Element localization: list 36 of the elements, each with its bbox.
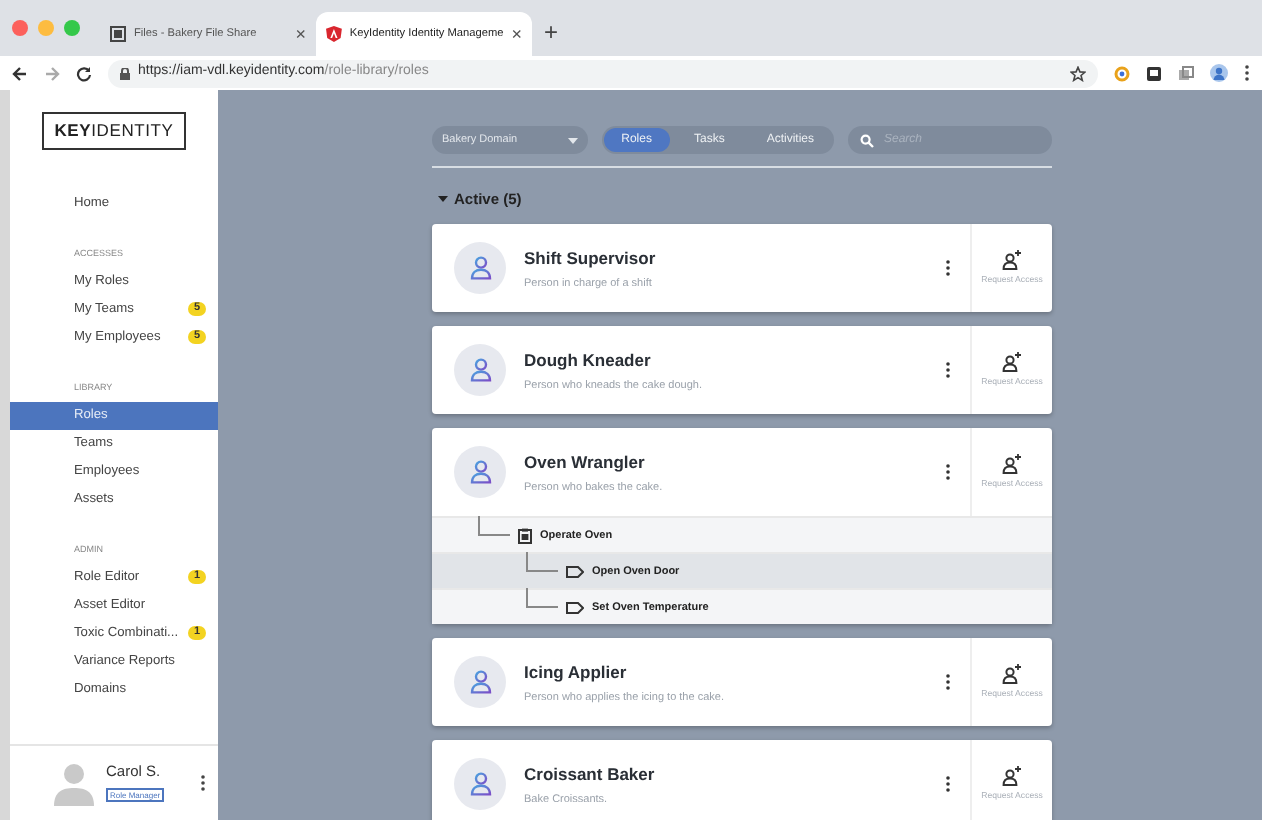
tag-icon <box>566 565 584 578</box>
add-person-icon <box>1002 250 1022 271</box>
role-name: Croissant Baker <box>524 761 657 787</box>
person-icon <box>469 358 491 383</box>
add-person-icon <box>1002 454 1022 475</box>
add-person-icon <box>1002 766 1022 787</box>
role-name: Dough Kneader <box>524 347 653 373</box>
search-icon <box>860 133 874 147</box>
star-icon[interactable] <box>1070 65 1086 81</box>
tag-icon <box>566 601 584 614</box>
logo[interactable]: KEYIDENTITY <box>42 112 186 150</box>
person-icon <box>469 772 491 797</box>
person-icon <box>469 256 491 281</box>
add-person-icon <box>1002 664 1022 685</box>
lock-icon <box>120 67 130 79</box>
close-button[interactable]: × <box>511 25 522 43</box>
role-name: Oven Wrangler <box>524 449 647 475</box>
caret-icon[interactable] <box>438 196 448 203</box>
caret-icon <box>567 137 578 143</box>
forward-icon[interactable] <box>44 65 60 81</box>
back-icon[interactable] <box>12 65 28 81</box>
file-icon <box>110 26 126 42</box>
person-icon <box>469 670 491 695</box>
user-avatar-icon <box>54 761 94 805</box>
role-name: Shift Supervisor <box>524 245 658 271</box>
close-button[interactable]: × <box>295 25 306 43</box>
person-icon <box>469 460 491 485</box>
more-icon[interactable] <box>200 774 206 792</box>
clipboard-icon <box>518 527 532 544</box>
new-tab-button[interactable]: + <box>532 14 571 50</box>
role-name: Icing Applier <box>524 659 629 685</box>
add-person-icon <box>1002 352 1022 373</box>
profile-icon[interactable] <box>1210 64 1228 82</box>
reload-icon[interactable] <box>76 65 92 81</box>
shield-icon <box>326 26 342 42</box>
menu-icon[interactable] <box>1244 64 1250 82</box>
